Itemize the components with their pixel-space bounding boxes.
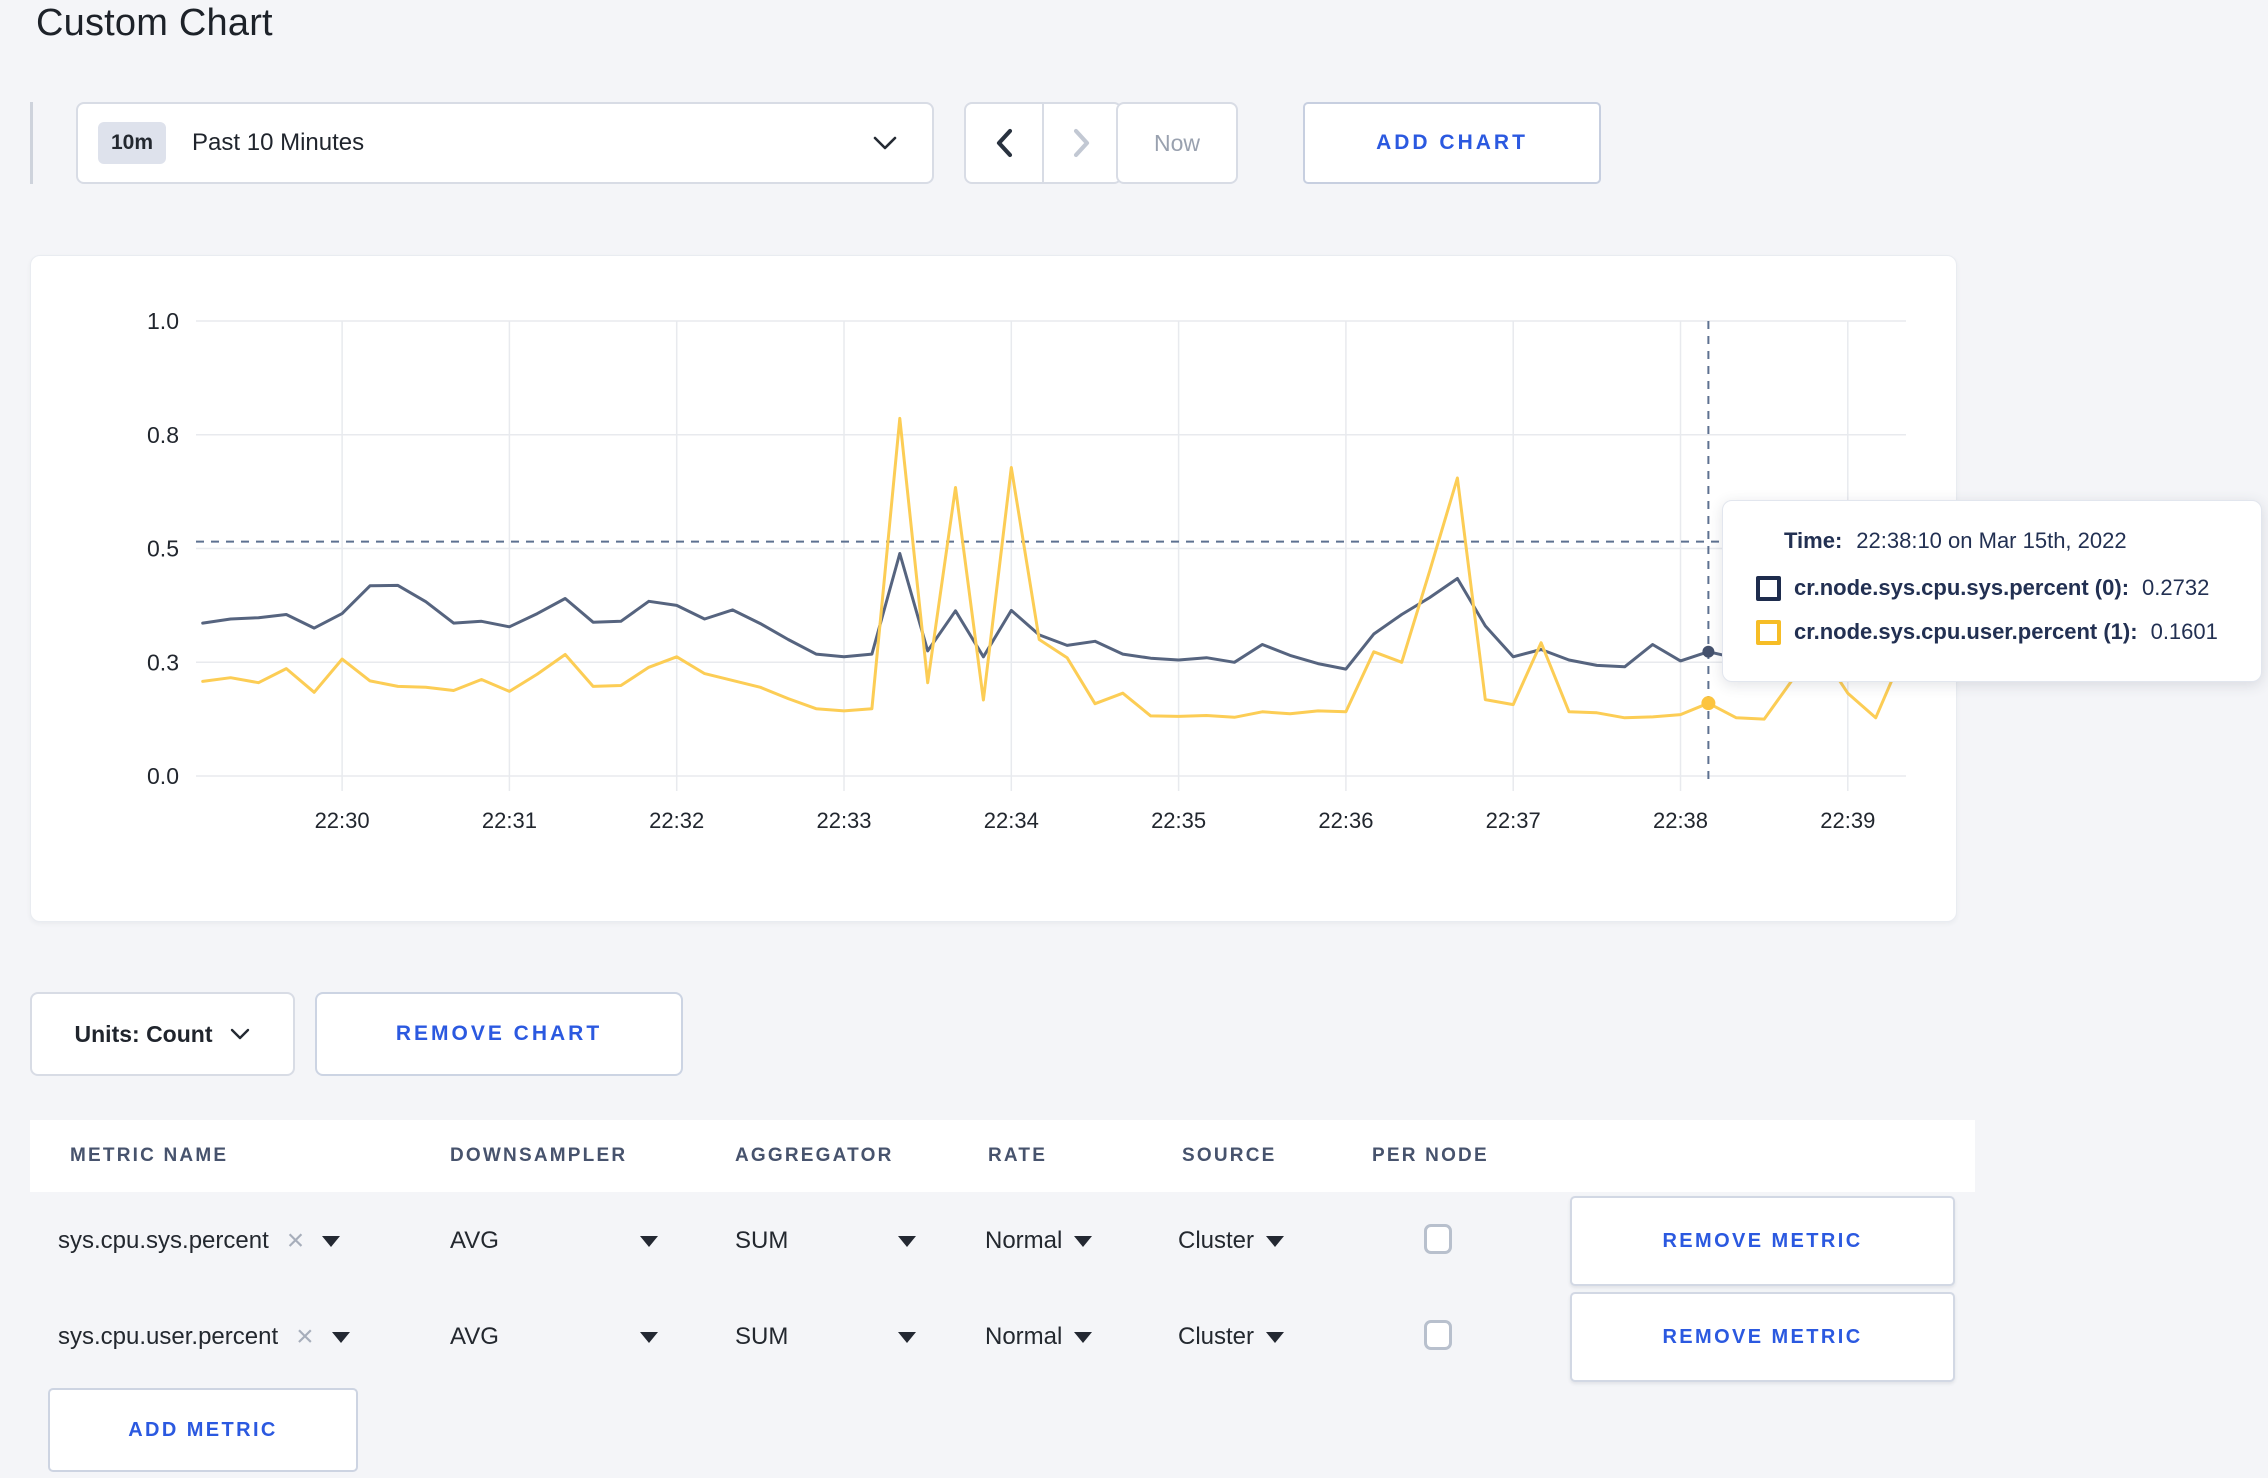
series-line-user bbox=[201, 416, 1906, 721]
downsampler-select[interactable]: AVG bbox=[450, 1292, 658, 1382]
caret-down-icon bbox=[898, 1235, 916, 1247]
metric-row: sys.cpu.sys.percent AVG SUM Normal Clust… bbox=[0, 1196, 2268, 1286]
chart-card: 0.0 0.3 0.5 0.8 1.0 22:30 22:31 22:32 22:33 22:34… bbox=[30, 255, 1957, 922]
metric-name-select[interactable]: sys.cpu.user.percent bbox=[58, 1292, 350, 1382]
downsampler-select[interactable]: AVG bbox=[450, 1196, 658, 1286]
aggregator-value: SUM bbox=[735, 1323, 789, 1350]
series-line-sys bbox=[201, 552, 1906, 671]
caret-down-icon bbox=[898, 1331, 916, 1343]
rate-select[interactable]: Normal bbox=[985, 1196, 1093, 1286]
x-tick-label: 22:39 bbox=[1820, 808, 1875, 833]
crosshair-dot bbox=[1702, 645, 1715, 658]
tooltip-series-row: cr.node.sys.cpu.sys.percent (0): 0.2732 bbox=[1756, 575, 2241, 601]
aggregator-select[interactable]: SUM bbox=[735, 1292, 916, 1382]
chevron-down-icon bbox=[873, 136, 897, 150]
chart-tooltip: Time: 22:38:10 on Mar 15th, 2022 cr.node.… bbox=[1722, 500, 2262, 682]
time-next-button[interactable] bbox=[1043, 102, 1122, 184]
toolbar-left-rule bbox=[30, 102, 33, 184]
column-header-rate: RATE bbox=[988, 1145, 1048, 1166]
x-tick-label: 22:38 bbox=[1653, 808, 1708, 833]
custom-chart-page: Custom Chart 10m Past 10 Minutes Now ADD… bbox=[0, 0, 2268, 1478]
column-header-source: SOURCE bbox=[1182, 1145, 1277, 1166]
source-value: Cluster bbox=[1178, 1323, 1255, 1350]
rate-select[interactable]: Normal bbox=[985, 1292, 1093, 1382]
tooltip-series-name: cr.node.sys.cpu.user.percent (1): bbox=[1794, 619, 2138, 644]
chevron-left-icon bbox=[996, 128, 1013, 158]
source-select[interactable]: Cluster bbox=[1178, 1292, 1285, 1382]
time-window-label: Past 10 Minutes bbox=[192, 129, 365, 156]
column-header-aggregator: AGGREGATOR bbox=[735, 1145, 894, 1166]
add-metric-button[interactable]: ADD METRIC bbox=[48, 1388, 358, 1472]
column-header-per-node: PER NODE bbox=[1372, 1145, 1489, 1166]
downsampler-value: AVG bbox=[450, 1227, 499, 1254]
tooltip-time-value: 22:38:10 on Mar 15th, 2022 bbox=[1856, 528, 2127, 553]
caret-down-icon bbox=[331, 1331, 350, 1343]
clear-icon[interactable] bbox=[287, 1226, 305, 1256]
tooltip-series-name: cr.node.sys.cpu.sys.percent (0): bbox=[1794, 575, 2130, 600]
time-window-badge: 10m bbox=[98, 122, 167, 164]
column-header-downsampler: DOWNSAMPLER bbox=[450, 1145, 628, 1166]
remove-chart-button[interactable]: REMOVE CHART bbox=[315, 992, 683, 1076]
caret-down-icon bbox=[322, 1235, 341, 1247]
source-value: Cluster bbox=[1178, 1227, 1255, 1254]
cpu-chart[interactable]: 0.0 0.3 0.5 0.8 1.0 22:30 22:31 22:32 22:33 22:34… bbox=[31, 256, 1956, 921]
caret-down-icon bbox=[640, 1235, 658, 1247]
per-node-checkbox[interactable] bbox=[1424, 1224, 1452, 1254]
chevron-down-icon bbox=[231, 1028, 250, 1039]
tooltip-series-value: 0.2732 bbox=[2142, 575, 2210, 600]
x-tick-label: 22:33 bbox=[816, 808, 871, 833]
time-range-nav bbox=[964, 102, 1122, 184]
aggregator-select[interactable]: SUM bbox=[735, 1196, 916, 1286]
y-tick-label: 0.5 bbox=[147, 536, 179, 562]
metric-name-value: sys.cpu.user.percent bbox=[58, 1323, 279, 1350]
source-select[interactable]: Cluster bbox=[1178, 1196, 1285, 1286]
metrics-table-header: METRIC NAME DOWNSAMPLER AGGREGATOR RATE … bbox=[30, 1120, 1975, 1192]
metric-name-select[interactable]: sys.cpu.sys.percent bbox=[58, 1196, 341, 1286]
tooltip-time-label: Time: bbox=[1784, 528, 1843, 553]
remove-metric-button[interactable]: REMOVE METRIC bbox=[1570, 1292, 1955, 1382]
caret-down-icon bbox=[1074, 1331, 1093, 1343]
series-swatch-sys-icon bbox=[1756, 575, 1781, 601]
tooltip-series-value: 0.1601 bbox=[2150, 619, 2218, 644]
downsampler-value: AVG bbox=[450, 1323, 499, 1350]
tooltip-time-row: Time: 22:38:10 on Mar 15th, 2022 bbox=[1784, 528, 2241, 554]
x-tick-label: 22:30 bbox=[315, 808, 370, 833]
series-swatch-user-icon bbox=[1756, 619, 1781, 645]
metric-name-value: sys.cpu.sys.percent bbox=[58, 1227, 269, 1254]
y-tick-label: 0.3 bbox=[147, 649, 179, 675]
units-label: Units: Count bbox=[74, 1020, 213, 1047]
time-prev-button[interactable] bbox=[964, 102, 1043, 184]
metric-row: sys.cpu.user.percent AVG SUM Normal Clus… bbox=[0, 1292, 2268, 1382]
x-tick-label: 22:31 bbox=[482, 808, 537, 833]
y-tick-label: 0.8 bbox=[147, 422, 179, 448]
x-tick-label: 22:37 bbox=[1486, 808, 1541, 833]
x-tick-label: 22:34 bbox=[984, 808, 1039, 833]
now-button[interactable]: Now bbox=[1116, 102, 1238, 184]
add-chart-button[interactable]: ADD CHART bbox=[1303, 102, 1601, 184]
caret-down-icon bbox=[1266, 1331, 1285, 1343]
clear-icon[interactable] bbox=[296, 1322, 314, 1352]
column-header-metric-name: METRIC NAME bbox=[70, 1145, 229, 1166]
y-tick-label: 1.0 bbox=[147, 308, 179, 334]
rate-value: Normal bbox=[985, 1323, 1063, 1350]
per-node-checkbox[interactable] bbox=[1424, 1320, 1452, 1350]
page-title: Custom Chart bbox=[36, 2, 273, 44]
x-tick-label: 22:36 bbox=[1318, 808, 1373, 833]
remove-metric-button[interactable]: REMOVE METRIC bbox=[1570, 1196, 1955, 1286]
time-window-selector[interactable]: 10m Past 10 Minutes bbox=[76, 102, 934, 184]
caret-down-icon bbox=[1074, 1235, 1093, 1247]
x-tick-label: 22:32 bbox=[649, 808, 704, 833]
y-tick-label: 0.0 bbox=[147, 763, 179, 789]
rate-value: Normal bbox=[985, 1227, 1063, 1254]
crosshair-dot bbox=[1701, 696, 1716, 711]
caret-down-icon bbox=[640, 1331, 658, 1343]
tooltip-series-row: cr.node.sys.cpu.user.percent (1): 0.1601 bbox=[1756, 619, 2241, 645]
aggregator-value: SUM bbox=[735, 1227, 789, 1254]
units-dropdown[interactable]: Units: Count bbox=[30, 992, 295, 1076]
caret-down-icon bbox=[1266, 1235, 1285, 1247]
chevron-right-icon bbox=[1073, 128, 1090, 158]
x-tick-label: 22:35 bbox=[1151, 808, 1206, 833]
